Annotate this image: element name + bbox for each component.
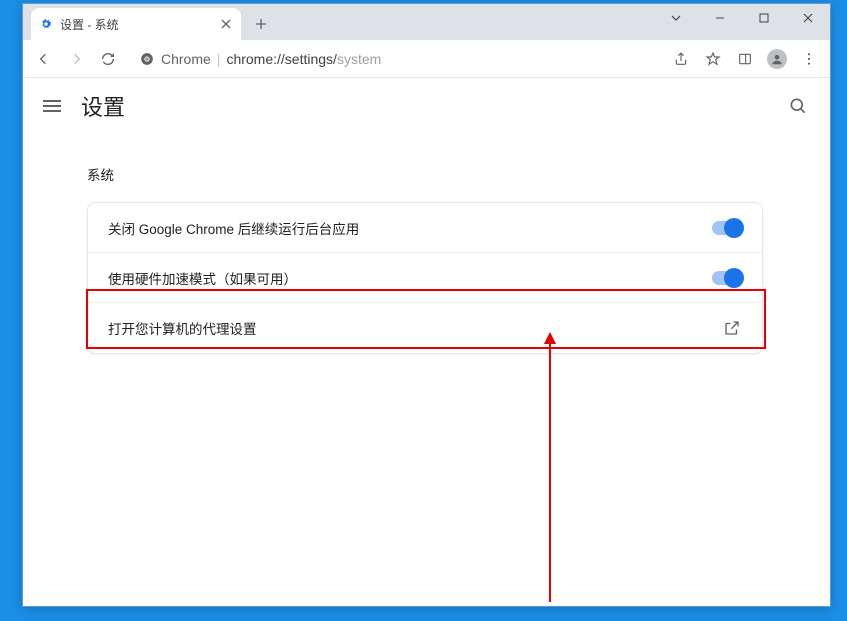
section-title: 系统 bbox=[87, 164, 763, 184]
setting-label: 使用硬件加速模式（如果可用） bbox=[108, 268, 712, 288]
page-header: 设置 bbox=[23, 78, 830, 134]
separator: | bbox=[217, 51, 221, 67]
share-icon[interactable] bbox=[666, 44, 696, 74]
chrome-logo-icon bbox=[139, 51, 155, 67]
settings-content: 系统 关闭 Google Chrome 后继续运行后台应用 使用硬件加速模式（如… bbox=[87, 164, 763, 354]
url-text: chrome://settings/system bbox=[226, 51, 381, 67]
menu-button[interactable] bbox=[794, 44, 824, 74]
toggle-switch[interactable] bbox=[712, 271, 742, 285]
setting-label: 关闭 Google Chrome 后继续运行后台应用 bbox=[108, 218, 712, 238]
close-tab-icon[interactable] bbox=[219, 17, 233, 31]
browser-tab[interactable]: 设置 - 系统 bbox=[31, 8, 241, 40]
avatar-icon bbox=[767, 49, 787, 69]
setting-label: 打开您计算机的代理设置 bbox=[108, 318, 722, 338]
chevron-down-icon[interactable] bbox=[654, 4, 698, 32]
page-title: 设置 bbox=[81, 90, 125, 122]
gear-icon bbox=[39, 17, 53, 31]
back-button[interactable] bbox=[29, 44, 59, 74]
titlebar: 设置 - 系统 bbox=[23, 4, 830, 40]
settings-page: 设置 系统 关闭 Google Chrome 后继续运行后台应用 使用硬件加速模… bbox=[23, 78, 830, 606]
setting-row-proxy[interactable]: 打开您计算机的代理设置 bbox=[88, 303, 762, 353]
setting-row-background-apps[interactable]: 关闭 Google Chrome 后继续运行后台应用 bbox=[88, 203, 762, 253]
setting-row-hardware-accel[interactable]: 使用硬件加速模式（如果可用） bbox=[88, 253, 762, 303]
profile-button[interactable] bbox=[762, 44, 792, 74]
new-tab-button[interactable] bbox=[247, 10, 275, 38]
settings-card: 关闭 Google Chrome 后继续运行后台应用 使用硬件加速模式（如果可用… bbox=[87, 202, 763, 354]
reload-button[interactable] bbox=[93, 44, 123, 74]
external-link-icon bbox=[722, 318, 742, 338]
close-window-button[interactable] bbox=[786, 4, 830, 32]
maximize-button[interactable] bbox=[742, 4, 786, 32]
minimize-button[interactable] bbox=[698, 4, 742, 32]
bookmark-icon[interactable] bbox=[698, 44, 728, 74]
annotation-arrow bbox=[549, 342, 551, 602]
hamburger-menu-button[interactable] bbox=[43, 96, 63, 116]
window-controls bbox=[654, 4, 830, 32]
browser-window: 设置 - 系统 bbox=[22, 3, 831, 607]
browser-toolbar: Chrome | chrome://settings/system bbox=[23, 40, 830, 78]
search-button[interactable] bbox=[786, 94, 810, 118]
toggle-switch[interactable] bbox=[712, 221, 742, 235]
address-bar[interactable]: Chrome | chrome://settings/system bbox=[129, 45, 660, 73]
url-source-label: Chrome bbox=[161, 51, 211, 67]
forward-button[interactable] bbox=[61, 44, 91, 74]
tab-title: 设置 - 系统 bbox=[60, 16, 212, 33]
side-panel-icon[interactable] bbox=[730, 44, 760, 74]
